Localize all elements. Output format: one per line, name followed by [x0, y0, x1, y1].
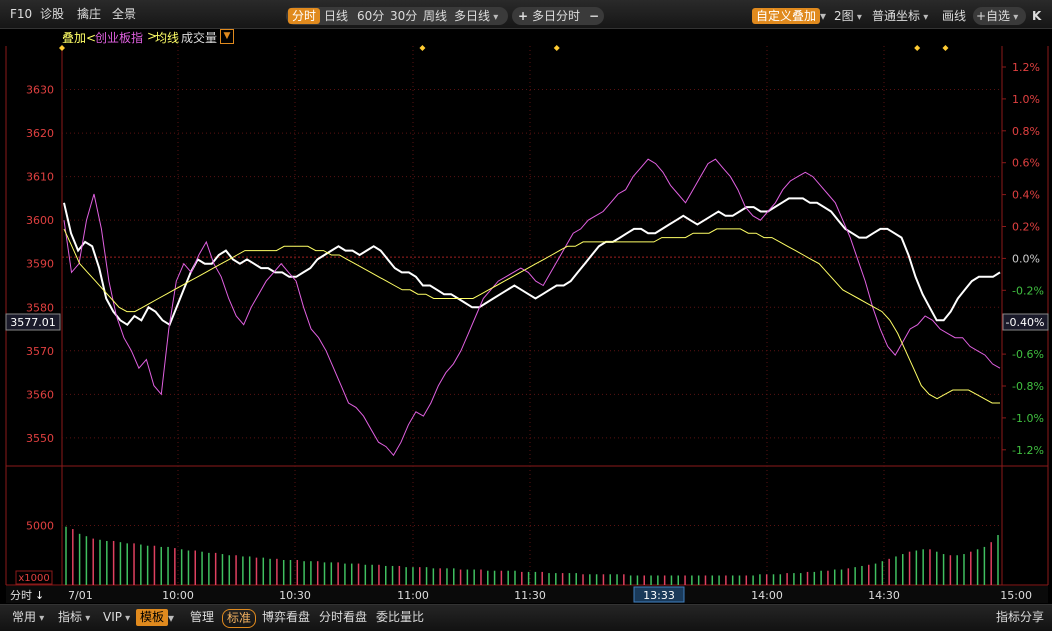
y-tick-right: 0.4% [1012, 189, 1040, 202]
y-tick-right: 0.8% [1012, 125, 1040, 138]
y-tick-left: 3590 [26, 258, 54, 271]
y-tick-right: 0.6% [1012, 157, 1040, 170]
y-tick-left: 3610 [26, 171, 54, 184]
bottom-toolbar: 常用 指标 VIP 模板 ▾ 管理 标准 博弈看盘 分时看盘 委比量比 指标分享 [0, 604, 1052, 631]
y-tick-right: -0.8% [1012, 380, 1044, 393]
common-button[interactable]: 常用 [8, 609, 48, 626]
series-line-2 [63, 228, 1000, 404]
time-label: 10:30 [279, 589, 311, 602]
series-line-1 [63, 158, 1001, 457]
template-button[interactable]: 模板 [136, 609, 169, 626]
y-tick-left: 3560 [26, 388, 54, 401]
manage-button[interactable]: 管理 [186, 609, 218, 626]
y-tick-left: 3550 [26, 432, 54, 445]
y-tick-left: 3570 [26, 345, 54, 358]
y-tick-left: 3600 [26, 214, 54, 227]
volume-unit: x1000 [18, 573, 49, 584]
y-tick-right: 1.2% [1012, 61, 1040, 74]
crosshair-time: 13:33 [643, 589, 675, 602]
y-tick-right: -0.2% [1012, 284, 1044, 297]
standard-button[interactable]: 标准 [222, 609, 257, 628]
event-marker [553, 45, 560, 51]
y-tick-right: -0.6% [1012, 348, 1044, 361]
time-label: 15:00 [1000, 589, 1032, 602]
volume-tick: 5000 [26, 520, 54, 533]
y-tick-left: 3620 [26, 127, 54, 140]
crosshair-percent: -0.40% [1006, 316, 1045, 329]
share-button[interactable]: 指标分享 [992, 609, 1048, 626]
event-marker [914, 45, 921, 51]
series-line-0 [63, 197, 1001, 327]
event-marker [942, 45, 949, 51]
game-view-button[interactable]: 博弈看盘 [258, 609, 314, 626]
y-tick-right: 1.0% [1012, 93, 1040, 106]
y-tick-left: 3630 [26, 84, 54, 97]
y-tick-left: 3580 [26, 301, 54, 314]
vip-button[interactable]: VIP [99, 609, 134, 626]
arrow-down-icon: ↓ [35, 589, 44, 602]
chevron-down-icon[interactable]: ▾ [168, 611, 174, 625]
time-label: 11:30 [514, 589, 546, 602]
time-label: 14:00 [751, 589, 783, 602]
crosshair-price: 3577.01 [10, 316, 56, 329]
indicator-button[interactable]: 指标 [54, 609, 94, 626]
tick-view-button[interactable]: 分时看盘 [315, 609, 371, 626]
y-tick-right: -1.2% [1012, 444, 1044, 457]
time-label: 14:30 [868, 589, 900, 602]
y-tick-right: -1.0% [1012, 412, 1044, 425]
event-marker [419, 45, 426, 51]
ratio-button[interactable]: 委比量比 [372, 609, 428, 626]
y-tick-right: 0.2% [1012, 221, 1040, 234]
intraday-chart[interactable]: 3550 3560 3570 3580 3590 3600 3610 3620 3630 1.2%… [0, 0, 1052, 604]
time-label: 11:00 [397, 589, 429, 602]
y-tick-right: 0.0% [1012, 252, 1040, 265]
time-label: 7/01 [68, 589, 93, 602]
time-label: 10:00 [162, 589, 194, 602]
event-marker [59, 45, 65, 51]
time-mode-label: 分时 [10, 589, 32, 602]
